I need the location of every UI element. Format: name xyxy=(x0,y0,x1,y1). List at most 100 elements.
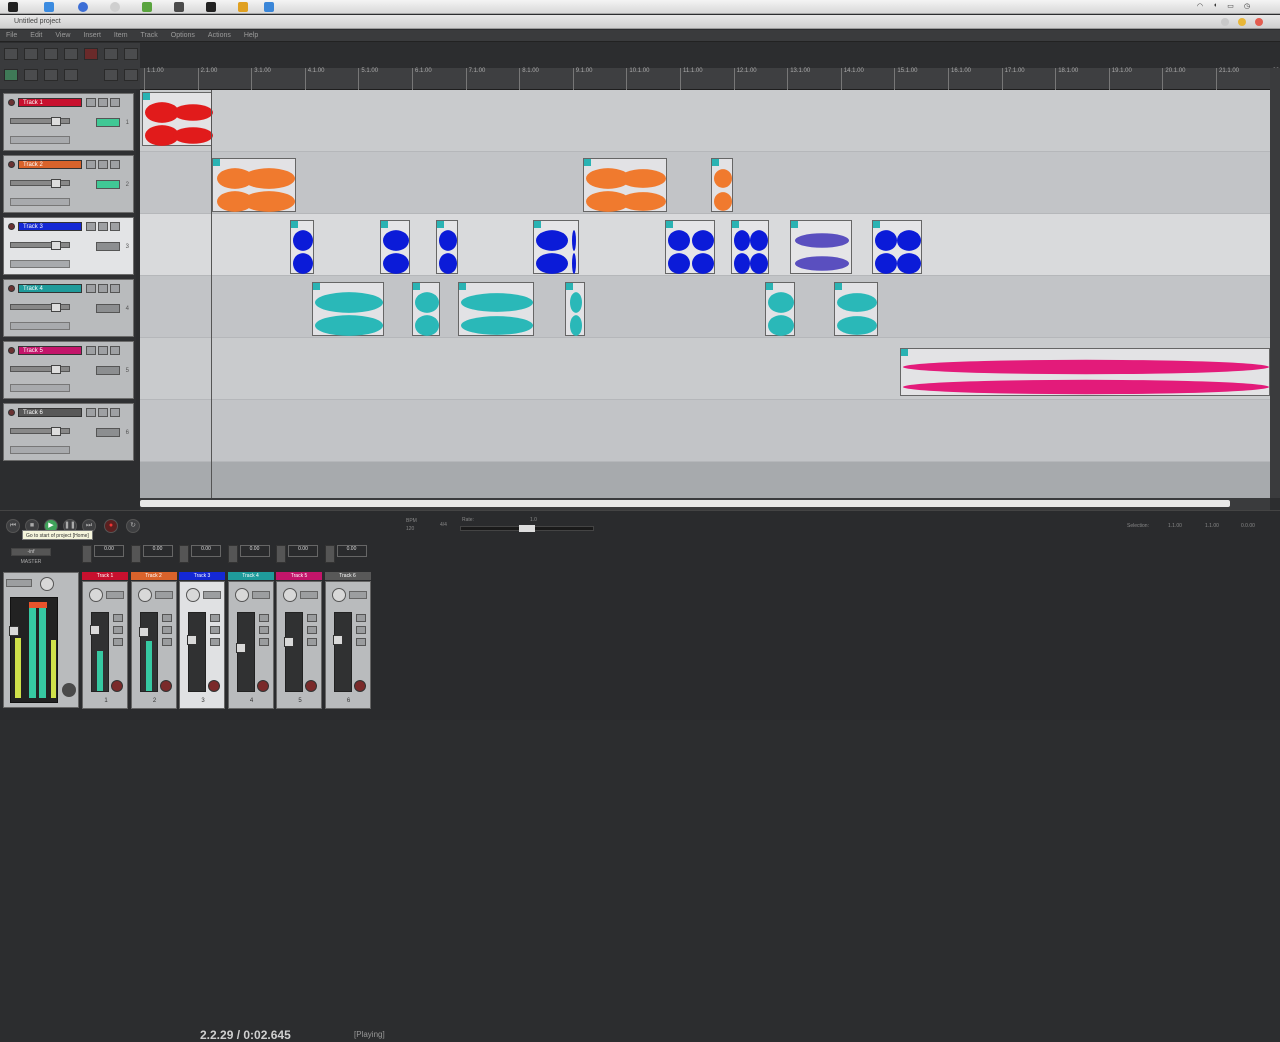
battery-icon[interactable]: ▭ xyxy=(1227,2,1234,10)
menu-help[interactable]: Help xyxy=(244,32,258,39)
fx-button[interactable] xyxy=(348,591,367,599)
selection-start[interactable]: 1.1.00 xyxy=(1168,523,1182,529)
route-button[interactable] xyxy=(227,545,238,563)
solo-button[interactable] xyxy=(161,626,172,634)
mixer-strip[interactable]: 0.00 Track 1 1 xyxy=(82,545,128,709)
master-pan-knob[interactable] xyxy=(40,577,54,591)
save-project-icon[interactable] xyxy=(44,48,58,60)
take-icon[interactable] xyxy=(901,349,908,356)
volume-knob[interactable] xyxy=(51,179,61,188)
strip-name[interactable]: Track 4 xyxy=(227,572,274,580)
rate-slider[interactable] xyxy=(460,525,594,532)
rate-slider-thumb[interactable] xyxy=(519,525,535,532)
media-item[interactable] xyxy=(790,220,852,274)
take-icon[interactable] xyxy=(213,159,220,166)
record-arm-button[interactable] xyxy=(8,99,15,106)
mute-button[interactable] xyxy=(258,614,269,622)
ruler-marker[interactable]: 16.1.00 xyxy=(948,68,971,90)
ruler-marker[interactable]: 14.1.00 xyxy=(840,68,864,90)
app-icon[interactable] xyxy=(174,2,184,12)
record-button[interactable]: ● xyxy=(104,519,118,533)
vertical-scrollbar[interactable] xyxy=(1270,68,1280,498)
track-header[interactable]: Track 1 1 xyxy=(3,93,134,151)
volume-slider[interactable] xyxy=(10,303,70,312)
media-item[interactable] xyxy=(834,282,878,336)
phase-button[interactable] xyxy=(307,638,317,646)
take-icon[interactable] xyxy=(381,221,388,228)
record-arm-button[interactable] xyxy=(8,223,15,230)
envelope-selector[interactable] xyxy=(10,322,70,330)
ruler-marker[interactable]: 11.1.00 xyxy=(680,68,703,90)
mute-button[interactable] xyxy=(307,614,317,622)
strip-volume[interactable]: 0.00 xyxy=(239,545,270,557)
lock-icon[interactable] xyxy=(124,69,138,81)
track-header[interactable]: Track 3 3 xyxy=(3,217,134,275)
media-item[interactable] xyxy=(731,220,769,274)
fx-button[interactable] xyxy=(96,366,120,375)
timeline-ruler[interactable]: 1.1.00 2.1.00 3.1.00 4.1.00 5.1.00 6.1.00 7.1.… xyxy=(140,68,1280,90)
envelope-selector[interactable] xyxy=(10,136,70,144)
app-icon[interactable] xyxy=(238,2,248,12)
ruler-marker[interactable]: 1.1.00 xyxy=(144,68,164,90)
track-lane[interactable] xyxy=(140,400,1270,462)
volume-fader[interactable] xyxy=(187,612,206,692)
track-name[interactable]: Track 4 xyxy=(18,284,82,293)
volume-knob[interactable] xyxy=(51,241,61,250)
take-icon[interactable] xyxy=(732,221,739,228)
strip-volume[interactable]: 0.00 xyxy=(288,545,318,557)
phase-button[interactable] xyxy=(355,638,366,646)
record-arm-icon[interactable] xyxy=(208,680,220,692)
ruler-marker[interactable]: 12.1.00 xyxy=(733,68,757,90)
volume-slider[interactable] xyxy=(10,365,70,374)
strip-volume[interactable]: 0.00 xyxy=(336,545,367,557)
fx-button[interactable] xyxy=(96,242,120,251)
menu-actions[interactable]: Actions xyxy=(208,32,231,39)
phase-button[interactable] xyxy=(86,98,96,107)
undo-icon[interactable] xyxy=(84,48,98,60)
wifi-icon[interactable]: ◠ xyxy=(1197,2,1203,10)
ruler-marker[interactable]: 9.1.00 xyxy=(572,68,592,90)
track-name[interactable]: Track 3 xyxy=(18,222,82,231)
mixer-strip[interactable]: 0.00 Track 3 3 xyxy=(179,545,225,709)
settings-icon[interactable] xyxy=(64,48,78,60)
phase-button[interactable] xyxy=(258,638,269,646)
take-icon[interactable] xyxy=(873,221,880,228)
fx-button[interactable] xyxy=(203,591,221,599)
take-icon[interactable] xyxy=(437,221,444,228)
record-arm-icon[interactable] xyxy=(256,680,269,692)
media-item[interactable] xyxy=(142,92,213,146)
media-item[interactable] xyxy=(533,220,579,274)
fader-knob[interactable] xyxy=(187,635,197,645)
solo-button[interactable] xyxy=(258,626,269,634)
envelope-selector[interactable] xyxy=(10,198,70,206)
minimize-button[interactable] xyxy=(1238,18,1246,26)
track-header[interactable]: Track 4 4 xyxy=(3,279,134,337)
record-arm-icon[interactable] xyxy=(305,680,317,692)
selection-length[interactable]: 0.0.00 xyxy=(1241,523,1255,529)
take-icon[interactable] xyxy=(413,283,420,290)
take-icon[interactable] xyxy=(666,221,673,228)
horizontal-scrollbar[interactable] xyxy=(140,498,1270,510)
mixer-strip[interactable]: 0.00 Track 6 6 xyxy=(324,545,371,709)
ruler-marker[interactable]: 18.1.00 xyxy=(1055,68,1078,90)
track-lane[interactable] xyxy=(140,152,1270,214)
ruler-marker[interactable]: 21.1.00 xyxy=(1216,68,1239,90)
track-name[interactable]: Track 6 xyxy=(18,408,82,417)
record-arm-button[interactable] xyxy=(8,285,15,292)
fx-button[interactable] xyxy=(96,428,120,437)
ruler-marker[interactable]: 2.1.00 xyxy=(197,68,217,90)
solo-button[interactable] xyxy=(113,626,123,634)
solo-button[interactable] xyxy=(110,98,120,107)
fx-button[interactable] xyxy=(106,591,124,599)
media-item[interactable] xyxy=(665,220,715,274)
track-name[interactable]: Track 1 xyxy=(18,98,82,107)
phase-button[interactable] xyxy=(86,408,96,417)
take-icon[interactable] xyxy=(534,221,541,228)
finder-icon[interactable] xyxy=(44,2,54,12)
master-mono-button[interactable] xyxy=(6,579,32,587)
media-item[interactable] xyxy=(900,348,1270,396)
bpm-value[interactable]: 120 xyxy=(406,526,414,532)
new-project-icon[interactable] xyxy=(4,48,18,60)
master-rec-icon[interactable] xyxy=(62,683,76,697)
fx-button[interactable] xyxy=(154,591,173,599)
